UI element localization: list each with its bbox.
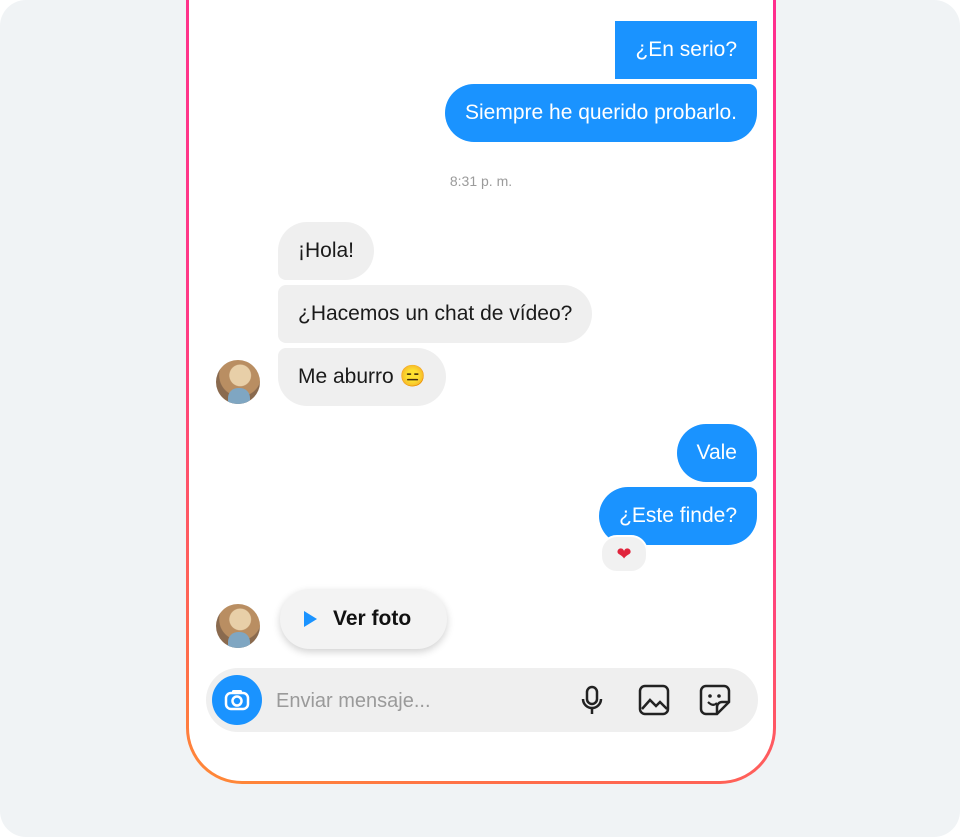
message-timestamp: 8:31 p. m. bbox=[449, 173, 513, 189]
message-bubble-outgoing: ¿En serio? bbox=[615, 21, 757, 79]
play-icon bbox=[304, 611, 317, 627]
message-bubble-incoming: ¿Hacemos un chat de vídeo? bbox=[278, 285, 593, 343]
view-photo-button[interactable]: Ver foto bbox=[280, 589, 447, 649]
message-input[interactable] bbox=[274, 682, 568, 720]
camera-icon bbox=[224, 690, 250, 711]
phone-frame: ¿En serio? Siempre he querido probarlo. … bbox=[186, 0, 776, 784]
gallery-button[interactable] bbox=[636, 682, 672, 718]
message-bubble-outgoing: Siempre he querido probarlo. bbox=[445, 84, 757, 142]
view-photo-label: Ver foto bbox=[333, 607, 412, 630]
sticker-icon bbox=[699, 684, 731, 716]
message-composer bbox=[206, 668, 758, 732]
chat-screen: ¿En serio? Siempre he querido probarlo. … bbox=[189, 0, 773, 781]
camera-button[interactable] bbox=[212, 675, 262, 725]
gallery-icon bbox=[638, 684, 670, 716]
contact-avatar[interactable] bbox=[216, 360, 260, 404]
message-bubble-incoming: Me aburro 😑 bbox=[278, 348, 446, 406]
message-bubble-outgoing: Vale bbox=[676, 424, 757, 482]
background-card: ¿En serio? Siempre he querido probarlo. … bbox=[0, 0, 960, 837]
microphone-icon bbox=[581, 685, 603, 714]
message-bubble-incoming: ¡Hola! bbox=[278, 222, 375, 280]
heart-icon: ❤ bbox=[616, 543, 632, 564]
heart-reaction[interactable]: ❤ bbox=[600, 535, 648, 573]
sticker-button[interactable] bbox=[697, 682, 733, 718]
microphone-button[interactable] bbox=[574, 682, 610, 718]
contact-avatar[interactable] bbox=[216, 604, 260, 648]
